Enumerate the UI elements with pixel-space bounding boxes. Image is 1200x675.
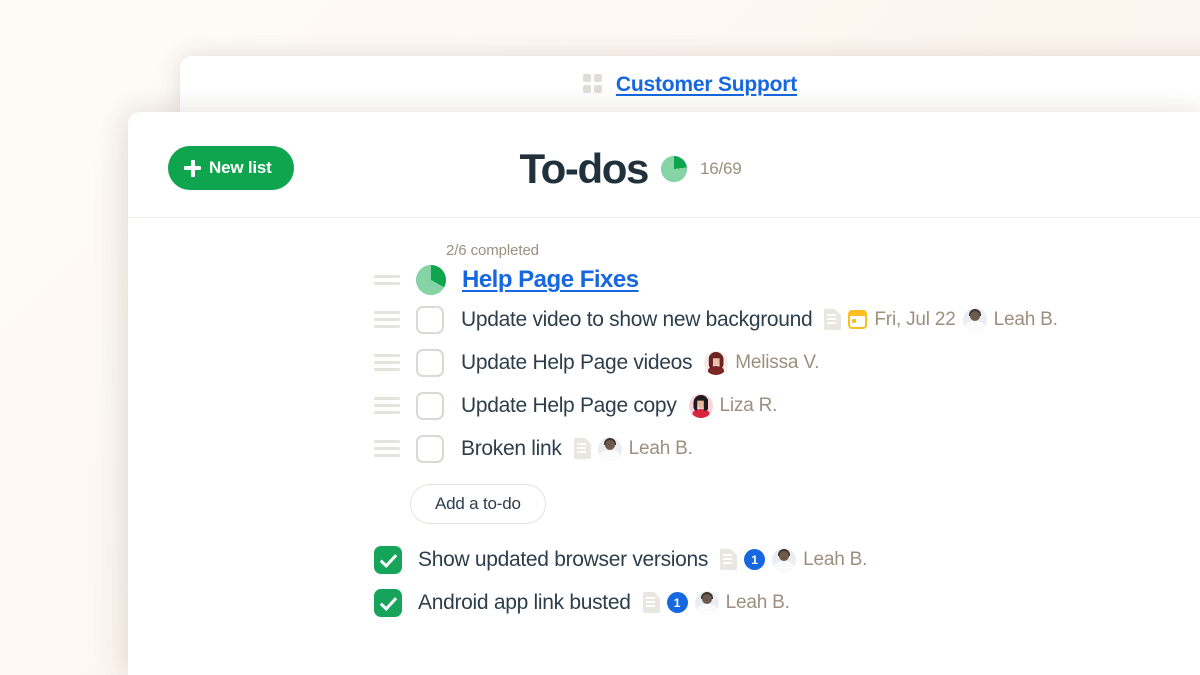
assignee-name: Liza R.: [719, 394, 778, 416]
drag-handle-icon[interactable]: [374, 311, 400, 328]
todo-row: Update Help Page copy Liza R.: [374, 384, 1200, 427]
project-breadcrumb-bar: Customer Support: [180, 56, 1200, 113]
avatar[interactable]: [688, 393, 713, 418]
avatar[interactable]: [597, 436, 622, 461]
avatar[interactable]: [694, 590, 719, 615]
todo-meta: 1 Leah B.: [642, 590, 790, 615]
drag-handle-icon[interactable]: [374, 397, 400, 414]
page-title-group: To-dos 16/69: [128, 148, 1133, 190]
assignee-name: Leah B.: [803, 548, 868, 570]
todo-title[interactable]: Update Help Page videos: [461, 351, 693, 375]
calendar-icon[interactable]: [848, 310, 868, 329]
list-completion-meta: 2/6 completed: [446, 242, 539, 259]
drag-handle-icon[interactable]: [374, 354, 400, 371]
avatar[interactable]: [772, 547, 797, 572]
comment-count-badge[interactable]: 1: [666, 592, 688, 613]
todo-row: Broken link Leah B.: [374, 427, 1200, 470]
overall-progress-pie-icon: [660, 156, 687, 182]
todo-title[interactable]: Update video to show new background: [461, 308, 813, 332]
assignee-name: Leah B.: [993, 308, 1058, 330]
list-progress-pie-icon: [416, 265, 446, 295]
page-title: To-dos: [519, 145, 650, 192]
assignee-name: Leah B.: [628, 437, 693, 459]
due-date: Fri, Jul 22: [874, 308, 956, 330]
todo-meta: Leah B.: [573, 436, 693, 461]
overall-progress-count: 16/69: [699, 159, 742, 178]
todos-body: 2/6 completed Help Page Fixes Update vid…: [128, 218, 1200, 624]
todo-row: Update Help Page videos Melissa V.: [374, 341, 1200, 384]
assignee-name: Melissa V.: [735, 351, 820, 373]
todo-meta: Melissa V.: [704, 350, 820, 375]
todo-row: Android app link busted 1 Leah B.: [374, 581, 1200, 624]
checkbox-unchecked-icon[interactable]: [416, 305, 444, 334]
todos-header: New list To-dos 16/69: [128, 112, 1200, 218]
todo-title[interactable]: Show updated browser versions: [418, 548, 708, 572]
checkbox-unchecked-icon[interactable]: [416, 391, 444, 420]
avatar[interactable]: [962, 307, 987, 332]
list-header-row: Help Page Fixes: [374, 262, 1200, 298]
add-todo-button[interactable]: Add a to-do: [410, 484, 546, 524]
todo-title[interactable]: Update Help Page copy: [461, 394, 677, 418]
todo-row: Update video to show new background Fri,…: [374, 298, 1200, 341]
todo-meta: Liza R.: [688, 393, 778, 418]
todos-window: New list To-dos 16/69 2/6 completed Help…: [128, 112, 1200, 675]
list-title-link[interactable]: Help Page Fixes: [462, 266, 639, 294]
todo-title[interactable]: Android app link busted: [418, 591, 631, 615]
grid-icon: [582, 74, 604, 95]
avatar[interactable]: [704, 350, 729, 375]
document-icon[interactable]: [720, 549, 738, 570]
checkbox-unchecked-icon[interactable]: [416, 348, 444, 377]
todo-meta: 1 Leah B.: [720, 547, 868, 572]
checkbox-checked-icon[interactable]: [374, 588, 402, 617]
app-screenshot: Customer Support New list To-dos 16/69 2…: [0, 0, 1200, 675]
project-link-customer-support[interactable]: Customer Support: [616, 73, 797, 97]
assignee-name: Leah B.: [725, 591, 790, 613]
checkbox-checked-icon[interactable]: [374, 545, 402, 574]
drag-handle-icon[interactable]: [374, 275, 400, 285]
document-icon[interactable]: [573, 438, 591, 459]
document-icon[interactable]: [642, 592, 660, 613]
todo-row: Show updated browser versions 1 Leah B.: [374, 538, 1200, 581]
drag-handle-icon[interactable]: [374, 440, 400, 457]
comment-count-badge[interactable]: 1: [744, 549, 766, 570]
todo-title[interactable]: Broken link: [461, 437, 562, 461]
document-icon[interactable]: [824, 309, 842, 330]
todo-list-help-page-fixes: 2/6 completed Help Page Fixes Update vid…: [128, 242, 1200, 624]
todo-meta: Fri, Jul 22 Leah B.: [824, 307, 1058, 332]
checkbox-unchecked-icon[interactable]: [416, 434, 444, 463]
